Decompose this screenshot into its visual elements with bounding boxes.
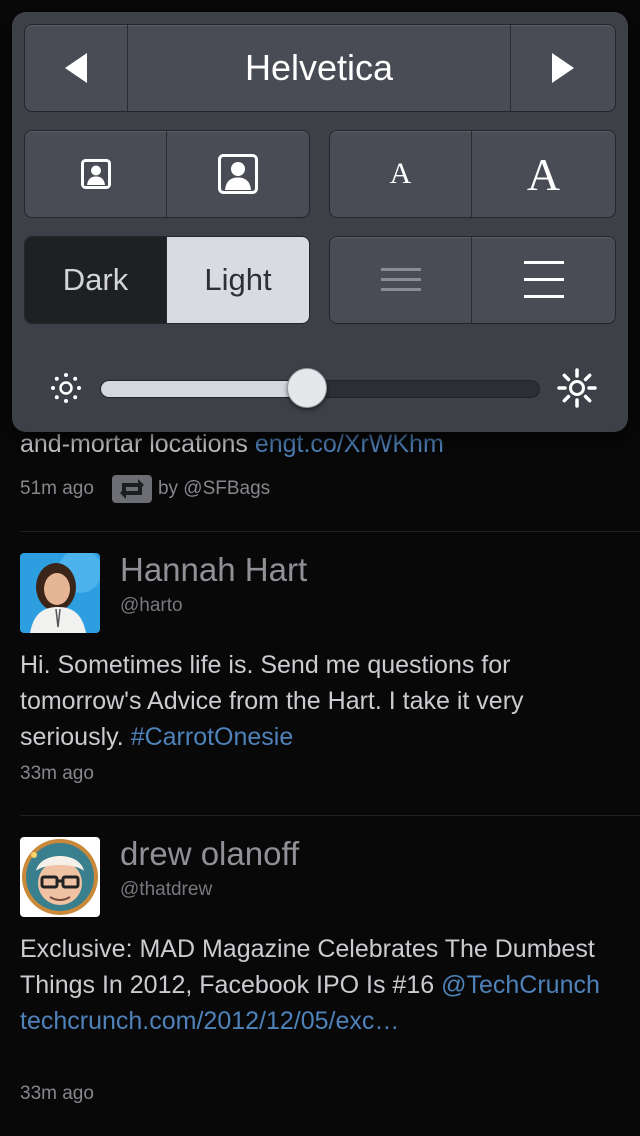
brightness-slider-thumb[interactable] (286, 368, 327, 408)
avatar[interactable] (20, 837, 100, 917)
divider (20, 815, 640, 816)
tweet-time: 33m ago (20, 1083, 94, 1104)
avatar-small-icon (80, 159, 111, 189)
triangle-right-icon (552, 53, 575, 83)
font-name-label: Helvetica (128, 25, 512, 111)
tweet-hannah-hart[interactable]: Hannah Hart @harto Hi. Sometimes life is… (0, 551, 640, 815)
font-smaller-button[interactable]: A (330, 131, 472, 217)
line-spacing-loose-button[interactable] (472, 237, 615, 323)
tweet-time: 33m ago (20, 763, 94, 784)
tweet-text: Hi. Sometimes life is. Send me questions… (20, 647, 620, 755)
font-size-control: A A (329, 130, 616, 218)
line-spacing-control (329, 236, 616, 324)
brightness-fill (101, 381, 308, 397)
avatar-small-button[interactable] (25, 131, 167, 217)
previous-font-button[interactable] (25, 25, 128, 111)
tweet-author-handle[interactable]: @thatdrew (120, 879, 212, 901)
avatar-large-icon (218, 154, 258, 194)
partial-tweet-text: and-mortar locations engt.co/XrWKhm (20, 430, 444, 459)
font-selector: Helvetica (24, 24, 616, 112)
font-larger-button[interactable]: A (472, 131, 615, 217)
tweet-author-handle[interactable]: @harto (120, 595, 183, 617)
retweeted-by: by @SFBags (157, 478, 271, 499)
sun-large-icon (557, 368, 597, 408)
next-font-button[interactable] (511, 25, 615, 111)
retweet-icon (111, 475, 152, 503)
theme-dark-button[interactable]: Dark (25, 237, 167, 323)
display-settings-popover: Helvetica A A Dark Light (12, 12, 628, 432)
divider (20, 531, 640, 532)
avatar-size-control (24, 130, 310, 218)
partial-tweet-plain: and-mortar locations (20, 430, 255, 458)
avatar-large-button[interactable] (167, 131, 309, 217)
theme-control: Dark Light (24, 236, 310, 324)
tweet-author-name[interactable]: Hannah Hart (120, 551, 307, 589)
lines-loose-icon (523, 261, 564, 298)
partial-tweet-time: 51m ago (20, 478, 94, 499)
sun-small-icon (51, 373, 81, 403)
line-spacing-tight-button[interactable] (330, 237, 472, 323)
partial-tweet-link[interactable]: engt.co/XrWKhm (255, 430, 444, 458)
avatar[interactable] (20, 553, 100, 633)
tweet-text: Exclusive: MAD Magazine Celebrates The D… (20, 931, 620, 1039)
partial-tweet-meta: 51m ago by @SFBags (20, 474, 270, 504)
tweet-hashtag-link[interactable]: #CarrotOnesie (131, 723, 294, 751)
triangle-left-icon (64, 53, 87, 83)
theme-light-button[interactable]: Light (167, 237, 309, 323)
tweet-author-name[interactable]: drew olanoff (120, 835, 299, 873)
lines-tight-icon (380, 268, 421, 291)
tweet-drew-olanoff[interactable]: drew olanoff @thatdrew Exclusive: MAD Ma… (0, 835, 640, 1136)
